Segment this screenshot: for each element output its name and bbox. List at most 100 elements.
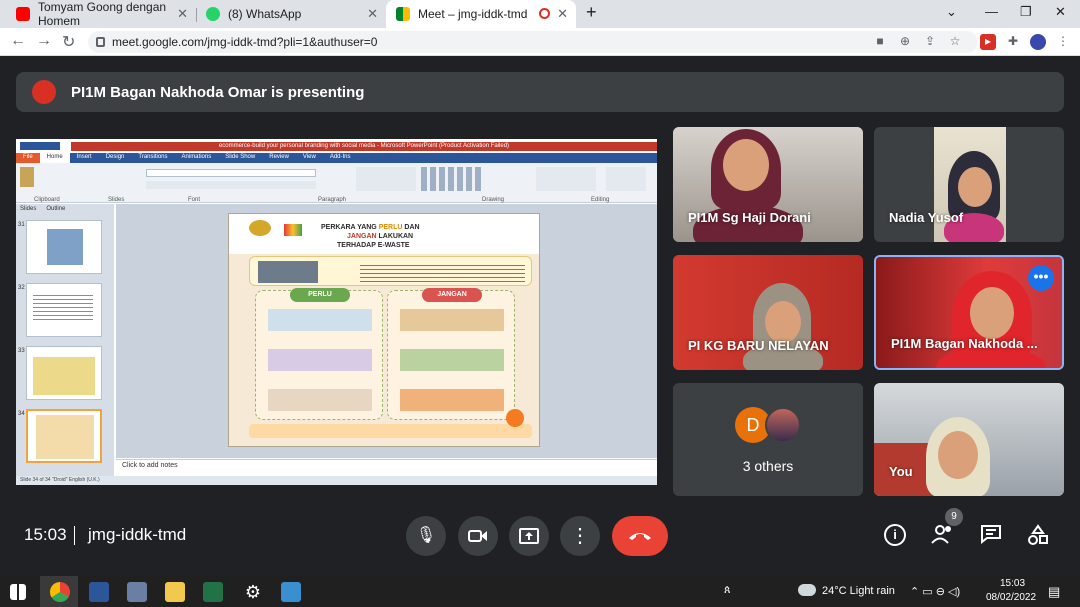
back-icon[interactable]: ← (10, 32, 26, 50)
windows-taskbar: ⚙ ጰ 24°C Light rain ⌃ ▭ ⊖ ◁) 15:03 08/02… (0, 576, 1080, 607)
ribbon-tab[interactable]: Home (39, 153, 70, 163)
lock-icon (96, 37, 105, 47)
more-vert-icon: ⋮ (570, 525, 590, 547)
excel-icon[interactable] (203, 582, 223, 602)
reload-icon[interactable]: ↻ (62, 32, 75, 52)
profile-avatar[interactable] (1030, 34, 1046, 50)
notes-pane[interactable]: Click to add notes (116, 459, 657, 473)
meeting-time: 15:03 (24, 525, 67, 544)
shared-screen[interactable]: ecommerce-build your personal branding w… (16, 139, 657, 485)
slide-thumbnail[interactable] (26, 346, 102, 400)
close-window-icon[interactable]: ✕ (1055, 4, 1066, 20)
current-slide: PERKARA YANG PERLU DAN JANGAN LAKUKAN TE… (228, 213, 540, 447)
close-tab-icon[interactable]: ✕ (367, 6, 378, 22)
participant-tile[interactable]: PI KG BARU NELAYAN (673, 255, 863, 370)
person-icon[interactable]: ጰ (724, 584, 731, 597)
outline-tab[interactable]: Outline (46, 206, 65, 212)
crest-logo (249, 220, 271, 236)
tab-title: Meet – jmg-iddk-tmd (418, 7, 528, 21)
thumb-number: 33 (18, 348, 25, 354)
participant-name: PI1M Sg Haji Dorani (688, 210, 811, 225)
settings-gear-icon[interactable]: ⚙ (243, 582, 263, 602)
activities-icon[interactable] (1026, 524, 1050, 548)
tab-whatsapp[interactable]: (8) WhatsApp ✕ (196, 0, 386, 28)
chat-icon[interactable] (979, 524, 1003, 548)
notifications-icon[interactable]: ▤ (1048, 584, 1060, 600)
slide-thumbnail[interactable] (26, 283, 102, 337)
puzzle-icon[interactable]: ✚ (1005, 34, 1021, 50)
app-icon[interactable] (89, 582, 109, 602)
meeting-details-icon[interactable]: i (884, 524, 906, 546)
participant-avatar-photo (765, 407, 801, 443)
ribbon-tab[interactable]: Add-Ins (323, 153, 358, 163)
file-explorer-icon[interactable] (165, 582, 185, 602)
ribbon-group-label: Clipboard (34, 197, 60, 203)
zoom-icon[interactable]: ⊕ (897, 34, 913, 50)
url-text: meet.google.com/jmg-iddk-tmd?pli=1&authu… (112, 35, 378, 49)
perlu-panel: PERLU (255, 288, 383, 420)
jangan-panel: JANGAN (387, 288, 515, 420)
tray-icons[interactable]: ⌃ ▭ ⊖ ◁) (910, 585, 960, 598)
leave-call-button[interactable] (612, 516, 668, 556)
tab-youtube[interactable]: Tomyam Goong dengan Homem ✕ (6, 0, 196, 28)
others-tile[interactable]: D 3 others (673, 383, 863, 496)
more-options-icon[interactable]: ••• (1028, 265, 1054, 291)
ppt-window-title: ecommerce-build your personal branding w… (71, 142, 657, 151)
ribbon-group-label: Paragraph (318, 197, 347, 203)
slide-thumbnail-selected[interactable] (26, 409, 102, 463)
ribbon-tab[interactable]: Transitions (131, 153, 174, 163)
slide-thumbnail[interactable] (26, 220, 102, 274)
forward-icon[interactable]: → (36, 32, 52, 50)
ribbon-tab[interactable]: Design (99, 153, 132, 163)
windows-start-icon[interactable] (10, 584, 26, 600)
more-options-button[interactable]: ⋮ (560, 516, 600, 556)
close-tab-icon[interactable]: ✕ (177, 6, 188, 22)
slides-tab[interactable]: Slides (20, 206, 36, 212)
maximize-icon[interactable]: ❐ (1020, 4, 1032, 20)
ribbon-group-label: Drawing (482, 197, 505, 203)
participant-tile-presenter[interactable]: ••• PI1M Bagan Nakhoda ... (874, 255, 1064, 370)
ribbon-tab[interactable]: Review (262, 153, 296, 163)
ribbon-tab[interactable]: File (16, 153, 40, 163)
ribbon-tab[interactable]: View (296, 153, 323, 163)
participant-name: You (889, 464, 913, 479)
chrome-icon[interactable] (50, 582, 70, 602)
others-label: 3 others (742, 458, 794, 474)
participant-name: Nadia Yusof (889, 210, 964, 225)
meet-icon (396, 7, 410, 21)
slide-intro-box (249, 256, 532, 286)
thumb-number: 31 (18, 222, 25, 228)
new-tab-icon[interactable]: + (586, 2, 597, 23)
camera-icon (468, 530, 487, 542)
minimize-icon[interactable]: — (985, 4, 998, 19)
microphone-button[interactable]: 🎙 (406, 516, 446, 556)
participant-name: PI KG BARU NELAYAN (688, 338, 829, 353)
weather-text[interactable]: 24°C Light rain (822, 585, 895, 597)
presenting-text: PI1M Bagan Nakhoda Omar is presenting (71, 84, 365, 101)
ribbon-tab[interactable]: Animations (175, 153, 219, 163)
jangan-label: JANGAN (422, 288, 482, 302)
people-icon[interactable] (931, 524, 955, 548)
bookmark-star-icon[interactable]: ☆ (947, 34, 963, 50)
address-bar: ← → ↻ meet.google.com/jmg-iddk-tmd?pli=1… (0, 28, 1080, 56)
extension-icon[interactable]: ▸ (980, 34, 996, 50)
close-tab-icon[interactable]: ✕ (557, 6, 568, 22)
ribbon-tab[interactable]: Insert (70, 153, 99, 163)
self-tile[interactable]: You (874, 383, 1064, 496)
people-count-badge: 9 (945, 508, 963, 526)
tab-search-icon[interactable]: ⌄ (946, 4, 957, 20)
app-icon[interactable] (281, 582, 301, 602)
app-icon[interactable] (127, 582, 147, 602)
participant-tile[interactable]: PI1M Sg Haji Dorani (673, 127, 863, 242)
recording-icon (539, 8, 550, 19)
ppt-ribbon: Clipboard Slides Font Paragraph Drawing … (16, 163, 657, 203)
ribbon-tab[interactable]: Slide Show (218, 153, 262, 163)
present-now-button[interactable] (509, 516, 549, 556)
tab-meet[interactable]: Meet – jmg-iddk-tmd ✕ (386, 0, 576, 28)
menu-dots-icon[interactable]: ⋮ (1055, 34, 1071, 50)
camera-icon[interactable]: ■ (872, 34, 888, 50)
share-icon[interactable]: ⇪ (922, 34, 938, 50)
url-field[interactable]: meet.google.com/jmg-iddk-tmd?pli=1&authu… (88, 31, 978, 53)
camera-button[interactable] (458, 516, 498, 556)
participant-tile[interactable]: Nadia Yusof (874, 127, 1064, 242)
